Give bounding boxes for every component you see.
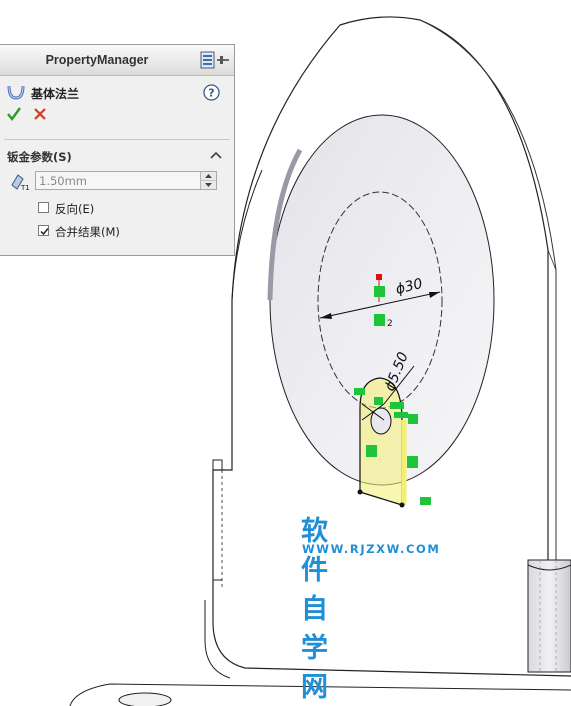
- watermark-url: WWW.RJZXW.COM: [302, 542, 441, 556]
- ok-check-icon[interactable]: [6, 106, 22, 122]
- reverse-direction-checkbox[interactable]: [38, 202, 49, 213]
- property-manager-panel: PropertyManager 基体法兰 ? 钣金参数(S) T1 1.50mm…: [0, 44, 235, 256]
- hinge-cylinder[interactable]: [527, 559, 571, 673]
- thickness-icon: T1: [11, 174, 30, 191]
- check-icon: [40, 228, 49, 236]
- svg-text:T1: T1: [20, 184, 30, 191]
- property-manager-header: PropertyManager: [0, 45, 234, 76]
- spin-up-icon[interactable]: [201, 172, 216, 181]
- thickness-value: 1.50mm: [39, 174, 88, 188]
- sheet-metal-params-header[interactable]: 钣金参数(S): [0, 145, 234, 169]
- feature-row: 基体法兰 ?: [0, 76, 234, 104]
- ok-cancel-row: [0, 104, 234, 130]
- thickness-input[interactable]: 1.50mm: [35, 171, 217, 190]
- help-icon[interactable]: ?: [203, 84, 220, 101]
- svg-text:?: ?: [208, 87, 214, 100]
- reverse-direction-label: 反向(E): [55, 202, 95, 216]
- relation-count-label: 2: [387, 319, 393, 329]
- merge-result-checkbox[interactable]: [38, 225, 49, 236]
- cancel-x-icon[interactable]: [32, 106, 48, 122]
- group-title: 钣金参数(S): [7, 150, 72, 164]
- base-flange-icon: [7, 85, 25, 100]
- pushpin-icon[interactable]: [200, 51, 230, 69]
- property-manager-title: PropertyManager: [45, 53, 149, 67]
- spin-down-icon[interactable]: [201, 181, 216, 189]
- watermark-title: 软件自学网: [301, 516, 329, 703]
- thickness-spinner: [200, 172, 216, 189]
- collapse-icon[interactable]: [210, 150, 222, 160]
- separator: [4, 139, 230, 140]
- feature-name: 基体法兰: [31, 87, 80, 101]
- merge-result-label: 合并结果(M): [55, 225, 120, 239]
